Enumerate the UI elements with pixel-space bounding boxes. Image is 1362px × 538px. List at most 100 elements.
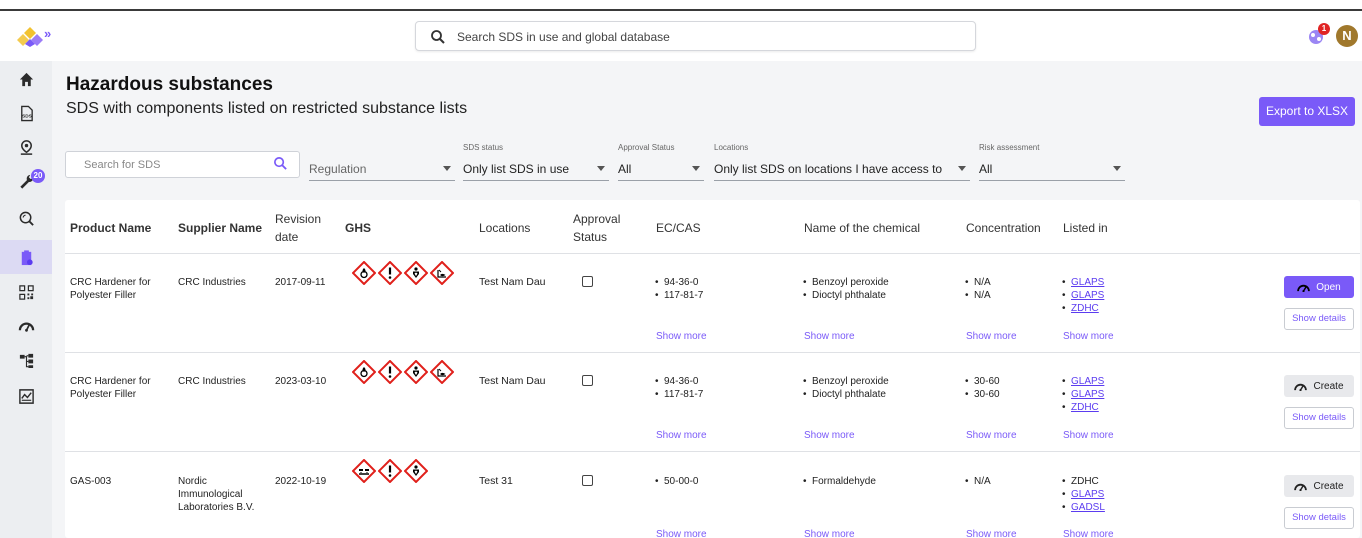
- chevron-down-icon: [1113, 166, 1121, 171]
- sidebar-item-hierarchy[interactable]: [0, 344, 52, 376]
- sds-status-select[interactable]: SDS status Only list SDS in use: [463, 143, 609, 181]
- listed-in-link[interactable]: GLAPS: [1071, 389, 1104, 400]
- listed-in-link[interactable]: GLAPS: [1071, 489, 1104, 500]
- regulation-select[interactable]: Regulation: [309, 151, 455, 181]
- create-button-label: Create: [1313, 480, 1344, 492]
- show-more-concentration[interactable]: Show more: [966, 331, 1017, 342]
- show-more-listed-in[interactable]: Show more: [1063, 430, 1114, 441]
- approval-checkbox[interactable]: [582, 276, 593, 287]
- concentration-item: N/A: [963, 276, 991, 289]
- sidebar-item-reports[interactable]: [0, 380, 52, 412]
- concentration-item: 30-60: [963, 375, 1000, 388]
- show-more-chemical[interactable]: Show more: [804, 529, 855, 538]
- health-hazard-icon: [404, 261, 428, 285]
- expand-sidebar-icon[interactable]: »: [44, 26, 51, 41]
- sidebar-item-global-search[interactable]: [0, 202, 52, 234]
- user-avatar[interactable]: N: [1336, 25, 1358, 47]
- sidebar-item-home[interactable]: [0, 63, 52, 95]
- show-details-button[interactable]: Show details: [1284, 507, 1354, 529]
- risk-assessment-select[interactable]: Risk assessment All: [979, 143, 1125, 181]
- header-ghs: GHS: [345, 221, 372, 235]
- locations-select[interactable]: Locations Only list SDS on locations I h…: [714, 143, 970, 181]
- ghs-pictograms: [352, 261, 454, 285]
- hierarchy-icon: [19, 353, 33, 368]
- header-product-name[interactable]: Product Name: [70, 219, 151, 237]
- environment-icon: [430, 261, 454, 285]
- approval-checkbox[interactable]: [582, 475, 593, 486]
- listed-in-list: ZDHC GLAPS GADSL: [1060, 475, 1105, 514]
- open-button-label: Open: [1316, 281, 1341, 293]
- concentration-item: 30-60: [963, 388, 1000, 401]
- listed-in-list: GLAPS GLAPS ZDHC: [1060, 276, 1104, 315]
- listed-in-item: ZDHC: [1060, 302, 1104, 315]
- listed-in-item: GLAPS: [1060, 276, 1104, 289]
- approval-status-select[interactable]: Approval Status All: [618, 143, 704, 181]
- show-more-listed-in[interactable]: Show more: [1063, 529, 1114, 538]
- flame-over-circle-icon: [352, 261, 376, 285]
- concentration-item: N/A: [963, 475, 991, 488]
- listed-in-link[interactable]: ZDHC: [1071, 402, 1099, 413]
- sidebar-item-qr-code[interactable]: [0, 276, 52, 308]
- show-more-chemical[interactable]: Show more: [804, 430, 855, 441]
- health-hazard-icon: [404, 360, 428, 384]
- listed-in-link[interactable]: GADSL: [1071, 502, 1105, 513]
- location: Test Nam Dau: [479, 375, 546, 387]
- listed-in-item: GLAPS: [1060, 289, 1104, 302]
- listed-in-item: GLAPS: [1060, 388, 1104, 401]
- ec-cas-item: 94-36-0: [653, 375, 703, 388]
- chevron-down-icon: [597, 166, 605, 171]
- create-risk-assessment-button[interactable]: Create: [1284, 375, 1354, 397]
- listed-in-link[interactable]: GLAPS: [1071, 376, 1104, 387]
- show-more-ec-cas[interactable]: Show more: [656, 430, 707, 441]
- show-more-concentration[interactable]: Show more: [966, 529, 1017, 538]
- sidebar-item-locations[interactable]: [0, 131, 52, 163]
- approval-checkbox[interactable]: [582, 375, 593, 386]
- top-border: [0, 0, 1362, 11]
- show-details-button[interactable]: Show details: [1284, 308, 1354, 330]
- exclamation-icon: [378, 360, 402, 384]
- product-name: CRC Hardener for Polyester Filler: [70, 376, 151, 400]
- sidebar-item-tools[interactable]: 20: [0, 165, 52, 197]
- header-supplier-name[interactable]: Supplier Name: [178, 219, 262, 237]
- listed-in-link[interactable]: GLAPS: [1071, 277, 1104, 288]
- chevron-down-icon: [692, 166, 700, 171]
- show-more-ec-cas[interactable]: Show more: [656, 529, 707, 538]
- sidebar-item-hazardous-substances[interactable]: [0, 240, 52, 274]
- search-icon[interactable]: [273, 156, 288, 171]
- open-risk-assessment-button[interactable]: Open: [1284, 276, 1354, 298]
- show-more-chemical[interactable]: Show more: [804, 331, 855, 342]
- sds-search-input[interactable]: Search for SDS: [65, 151, 300, 178]
- app-logo-icon[interactable]: [16, 25, 44, 47]
- supplier-name: CRC Industries: [178, 376, 246, 387]
- app-header: » Search SDS in use and global database …: [0, 11, 1362, 61]
- show-more-listed-in[interactable]: Show more: [1063, 331, 1114, 342]
- show-more-concentration[interactable]: Show more: [966, 430, 1017, 441]
- environment-icon: [430, 360, 454, 384]
- tools-badge: 20: [31, 169, 45, 183]
- show-more-ec-cas[interactable]: Show more: [656, 331, 707, 342]
- global-search-input[interactable]: Search SDS in use and global database: [415, 21, 976, 51]
- header-revision-date[interactable]: Revision date: [275, 210, 327, 246]
- sidebar-item-sds[interactable]: SDS: [0, 97, 52, 129]
- listed-in-item: ZDHC: [1060, 475, 1105, 488]
- listed-in-link[interactable]: ZDHC: [1071, 303, 1099, 314]
- row-divider: [65, 352, 1360, 353]
- header-locations[interactable]: Locations: [479, 219, 530, 237]
- search-global-icon: [19, 211, 34, 226]
- listed-in-item: GLAPS: [1060, 488, 1105, 501]
- listed-in-item: GADSL: [1060, 501, 1105, 514]
- row-divider: [65, 451, 1360, 452]
- listed-in-list: GLAPS GLAPS ZDHC: [1060, 375, 1104, 414]
- export-xlsx-button[interactable]: Export to XLSX: [1259, 97, 1355, 126]
- show-details-button[interactable]: Show details: [1284, 407, 1354, 429]
- home-icon: [19, 72, 33, 86]
- sidebar-item-risk[interactable]: [0, 310, 52, 342]
- search-icon: [431, 30, 445, 44]
- listed-in-link[interactable]: GLAPS: [1071, 290, 1104, 301]
- concentration-list: 30-60 30-60: [963, 375, 1000, 401]
- header-approval-status[interactable]: Approval Status: [573, 210, 628, 246]
- create-risk-assessment-button[interactable]: Create: [1284, 475, 1354, 497]
- listed-in-item: GLAPS: [1060, 375, 1104, 388]
- ghs-pictograms: [352, 360, 454, 384]
- sds-status-value: Only list SDS in use: [463, 162, 570, 176]
